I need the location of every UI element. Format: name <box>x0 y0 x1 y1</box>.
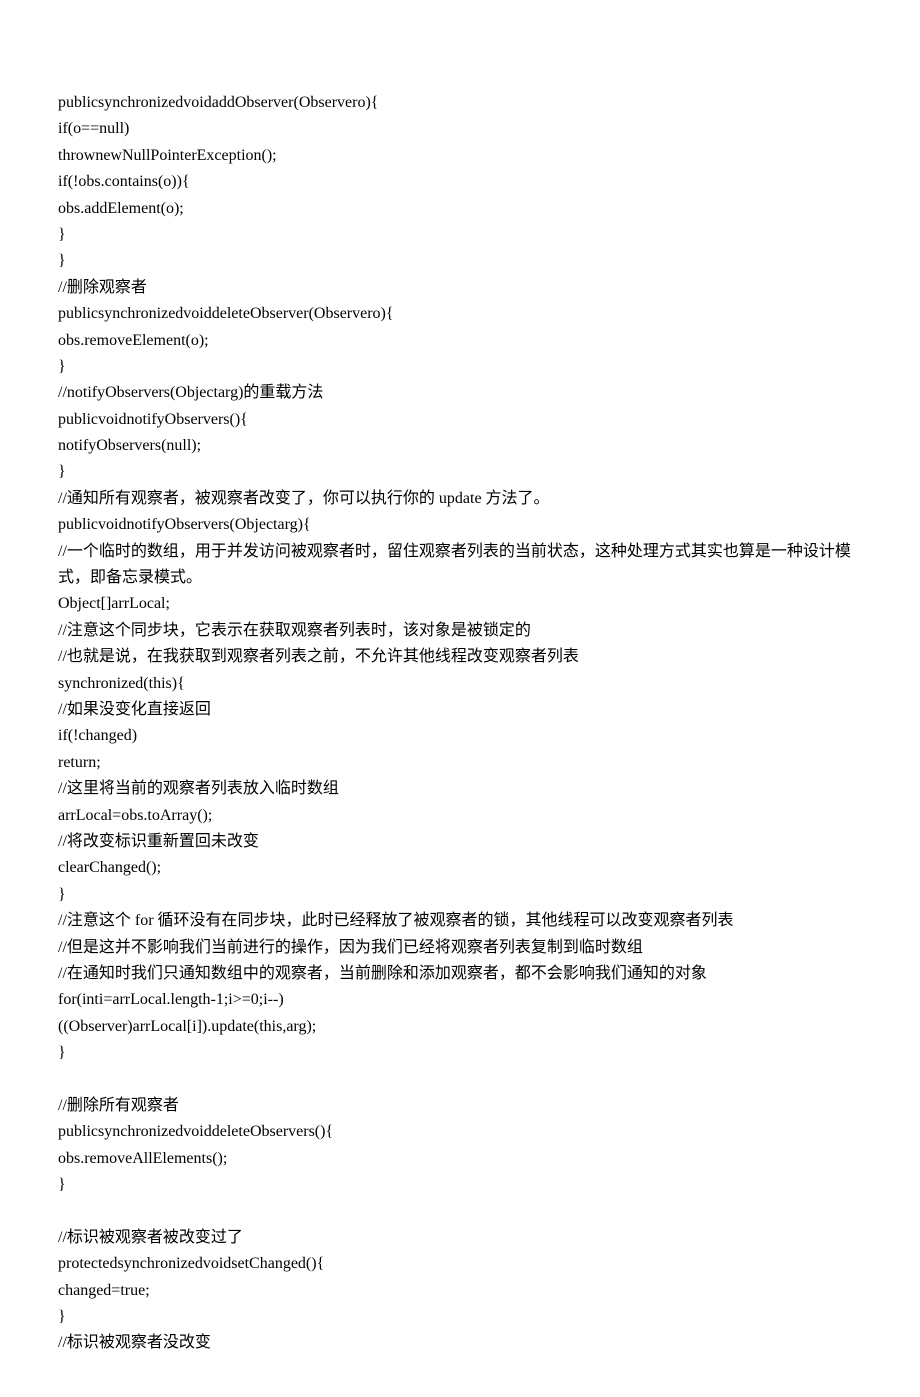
code-line: //但是这并不影响我们当前进行的操作，因为我们已经将观察者列表复制到临时数组 <box>58 935 862 961</box>
code-line: publicsynchronizedvoiddeleteObservers(){ <box>58 1119 862 1145</box>
code-line: } <box>58 354 862 380</box>
code-line: if(!changed) <box>58 723 862 749</box>
code-line: clearChanged(); <box>58 855 862 881</box>
code-line: //一个临时的数组，用于并发访问被观察者时，留住观察者列表的当前状态，这种处理方… <box>58 539 862 592</box>
code-line: synchronized(this){ <box>58 671 862 697</box>
code-line: //这里将当前的观察者列表放入临时数组 <box>58 776 862 802</box>
code-line: } <box>58 1172 862 1198</box>
code-block: publicsynchronizedvoidaddObserver(Observ… <box>58 90 862 1357</box>
code-line: publicsynchronizedvoiddeleteObserver(Obs… <box>58 301 862 327</box>
code-line: thrownewNullPointerException(); <box>58 143 862 169</box>
code-line: //标识被观察者被改变过了 <box>58 1225 862 1251</box>
code-line: arrLocal=obs.toArray(); <box>58 803 862 829</box>
code-line: obs.removeElement(o); <box>58 328 862 354</box>
code-line: //在通知时我们只通知数组中的观察者，当前删除和添加观察者，都不会影响我们通知的… <box>58 961 862 987</box>
code-line: } <box>58 222 862 248</box>
code-line: if(o==null) <box>58 116 862 142</box>
code-line: //如果没变化直接返回 <box>58 697 862 723</box>
code-line: if(!obs.contains(o)){ <box>58 169 862 195</box>
code-line: } <box>58 1304 862 1330</box>
code-line: //将改变标识重新置回未改变 <box>58 829 862 855</box>
code-line: } <box>58 882 862 908</box>
code-line: //标识被观察者没改变 <box>58 1330 862 1356</box>
code-line: ((Observer)arrLocal[i]).update(this,arg)… <box>58 1014 862 1040</box>
code-line: //删除观察者 <box>58 275 862 301</box>
code-line: obs.addElement(o); <box>58 196 862 222</box>
code-line: publicvoidnotifyObservers(){ <box>58 407 862 433</box>
code-line: changed=true; <box>58 1278 862 1304</box>
code-line: //注意这个 for 循环没有在同步块，此时已经释放了被观察者的锁，其他线程可以… <box>58 908 862 934</box>
code-line: publicsynchronizedvoidaddObserver(Observ… <box>58 90 862 116</box>
code-line: } <box>58 1040 862 1066</box>
code-line: //注意这个同步块，它表示在获取观察者列表时，该对象是被锁定的 <box>58 618 862 644</box>
code-line: notifyObservers(null); <box>58 433 862 459</box>
code-line: //删除所有观察者 <box>58 1093 862 1119</box>
code-line: return; <box>58 750 862 776</box>
code-line: //也就是说，在我获取到观察者列表之前，不允许其他线程改变观察者列表 <box>58 644 862 670</box>
code-line-blank <box>58 1066 862 1092</box>
code-line: publicvoidnotifyObservers(Objectarg){ <box>58 512 862 538</box>
code-line-blank <box>58 1198 862 1224</box>
code-line: } <box>58 459 862 485</box>
code-line: for(inti=arrLocal.length-1;i>=0;i--) <box>58 987 862 1013</box>
code-line: Object[]arrLocal; <box>58 591 862 617</box>
code-line: } <box>58 248 862 274</box>
code-line: protectedsynchronizedvoidsetChanged(){ <box>58 1251 862 1277</box>
code-line: //通知所有观察者，被观察者改变了，你可以执行你的 update 方法了。 <box>58 486 862 512</box>
code-line: //notifyObservers(Objectarg)的重载方法 <box>58 380 862 406</box>
code-line: obs.removeAllElements(); <box>58 1146 862 1172</box>
